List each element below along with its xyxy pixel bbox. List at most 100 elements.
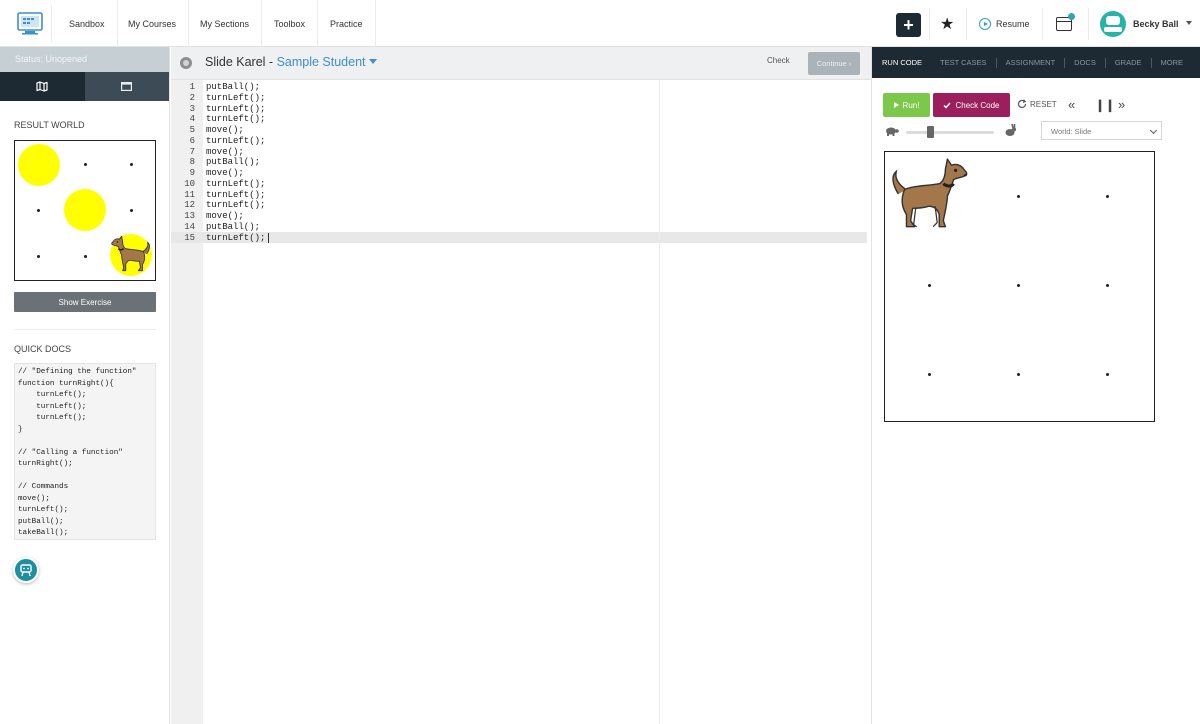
tab-world[interactable] (0, 72, 85, 101)
nav-link-my-sections[interactable]: My Sections (188, 0, 263, 47)
left-panel-tabs (0, 72, 169, 101)
docs-line: turnLeft(); (18, 506, 69, 514)
check-code-button[interactable]: Check Code (933, 93, 1010, 117)
karel-dog-icon (892, 158, 968, 228)
run-label: Run! (902, 100, 920, 110)
grid-dot (1106, 284, 1109, 287)
play-circle-icon (979, 17, 991, 30)
grid-dot (1106, 195, 1109, 198)
window-icon (121, 82, 133, 91)
line-number: 8 (189, 157, 195, 168)
print-margin (659, 80, 660, 724)
code-text: turnLeft(); (206, 103, 266, 114)
active-line-highlight (171, 232, 867, 243)
check-code-label: Check Code (955, 100, 1000, 110)
line-number: 15 (184, 232, 195, 243)
grid-dot (130, 209, 133, 212)
grid-dot (84, 255, 87, 258)
student-selector[interactable]: Sample Student (277, 55, 366, 69)
code-text: move(); (206, 211, 244, 221)
result-world-grid (14, 140, 156, 281)
line-number: 10 (184, 178, 195, 189)
star-icon[interactable]: ★ (940, 14, 954, 34)
resume-button[interactable]: Resume (979, 0, 1030, 47)
docs-line (18, 471, 152, 483)
nav-divider (1088, 8, 1089, 40)
create-plus-button[interactable]: + (896, 13, 921, 37)
check-link[interactable]: Check (767, 56, 790, 65)
karel-dog-icon (111, 235, 150, 272)
quick-docs-panel[interactable]: // "Defining the function" function turn… (14, 363, 156, 540)
docs-line (18, 436, 152, 448)
code-text: turnLeft(); (206, 178, 266, 189)
refresh-icon (1017, 99, 1027, 109)
tab-more[interactable]: MORE (1152, 58, 1193, 68)
reset-label: RESET (1030, 99, 1057, 109)
docs-line: function turnRight(){ (18, 379, 114, 388)
run-button[interactable]: Run! (883, 93, 930, 117)
code-text: move(); (206, 125, 244, 135)
line-number: 5 (189, 125, 195, 135)
nav-link-my-courses[interactable]: My Courses (116, 0, 190, 47)
grid-dot (1017, 195, 1020, 198)
exercise-status-icon (180, 57, 192, 69)
code-text: turnLeft(); (206, 92, 266, 103)
text-cursor (268, 233, 269, 243)
chevron-down-icon[interactable] (1186, 21, 1192, 25)
line-number: 9 (189, 168, 195, 178)
code-text: turnLeft(); (206, 200, 266, 211)
tab-run-code[interactable]: RUN CODE (872, 58, 931, 68)
tab-browser[interactable] (84, 72, 169, 101)
world-select[interactable]: World: Slide (1041, 121, 1162, 140)
quick-docs-label: QUICK DOCS (14, 344, 72, 354)
line-number: 1 (189, 82, 195, 92)
chevron-down-icon[interactable] (368, 59, 377, 64)
reset-button[interactable]: RESET (1017, 99, 1057, 109)
code-text: turnLeft(); (206, 114, 266, 125)
line-number: 13 (184, 211, 195, 221)
code-text: move(); (206, 146, 244, 157)
top-navigation: Sandbox My Courses My Sections Toolbox P… (0, 0, 1200, 47)
nav-link-practice[interactable]: Practice (318, 0, 376, 47)
tab-test-cases[interactable]: TEST CASES (931, 57, 997, 68)
pause-icon[interactable]: ❙❙ (1095, 98, 1115, 112)
docs-line: // "Calling a function" (18, 448, 123, 457)
docs-line: turnLeft(); (18, 391, 87, 399)
tab-docs[interactable]: DOCS (1065, 57, 1106, 68)
code-text: turnLeft(); (206, 189, 266, 200)
codehs-logo-icon[interactable] (8, 5, 52, 42)
grid-dot (130, 163, 133, 166)
tab-grade[interactable]: GRADE (1106, 57, 1152, 68)
docs-line: takeBall(); (18, 529, 69, 537)
line-number: 6 (189, 135, 195, 146)
exercise-title: Slide Karel - Sample Student (205, 55, 377, 69)
code-text: turnLeft(); (206, 135, 266, 146)
karel-world-grid (884, 151, 1155, 422)
show-exercise-button[interactable]: Show Exercise (14, 292, 156, 312)
step-forward-icon[interactable]: » (1118, 97, 1125, 112)
docs-line: } (18, 425, 23, 434)
nav-link-sandbox[interactable]: Sandbox (57, 0, 118, 47)
grid-dot (37, 255, 40, 258)
code-editor[interactable]: 1 putBall(); 2 turnLeft(); 3 turnLeft(); 4 turn… (171, 80, 871, 724)
speed-slider[interactable] (906, 131, 994, 134)
ball (18, 144, 60, 186)
docs-line: turnRight(); (18, 460, 73, 468)
avatar[interactable] (1100, 11, 1126, 37)
docs-line: // "Defining the function" (18, 368, 137, 376)
rabbit-icon (1005, 123, 1016, 136)
docs-line: putBall(); (18, 517, 64, 526)
tab-assignment[interactable]: ASSIGNMENT (997, 57, 1066, 68)
help-chat-button[interactable] (13, 557, 39, 583)
line-number: 7 (189, 146, 195, 157)
resume-label: Resume (996, 18, 1030, 29)
continue-button[interactable]: Continue › (808, 52, 860, 75)
nav-link-toolbox[interactable]: Toolbox (262, 0, 319, 47)
map-icon (36, 81, 48, 92)
step-back-icon[interactable]: « (1068, 97, 1075, 112)
docs-line: // Commands (18, 483, 69, 491)
speed-slider-thumb[interactable] (927, 126, 934, 138)
user-name[interactable]: Becky Ball (1133, 19, 1179, 29)
line-number: 2 (189, 92, 195, 103)
app-root: Sandbox My Courses My Sections Toolbox P… (0, 0, 1200, 724)
